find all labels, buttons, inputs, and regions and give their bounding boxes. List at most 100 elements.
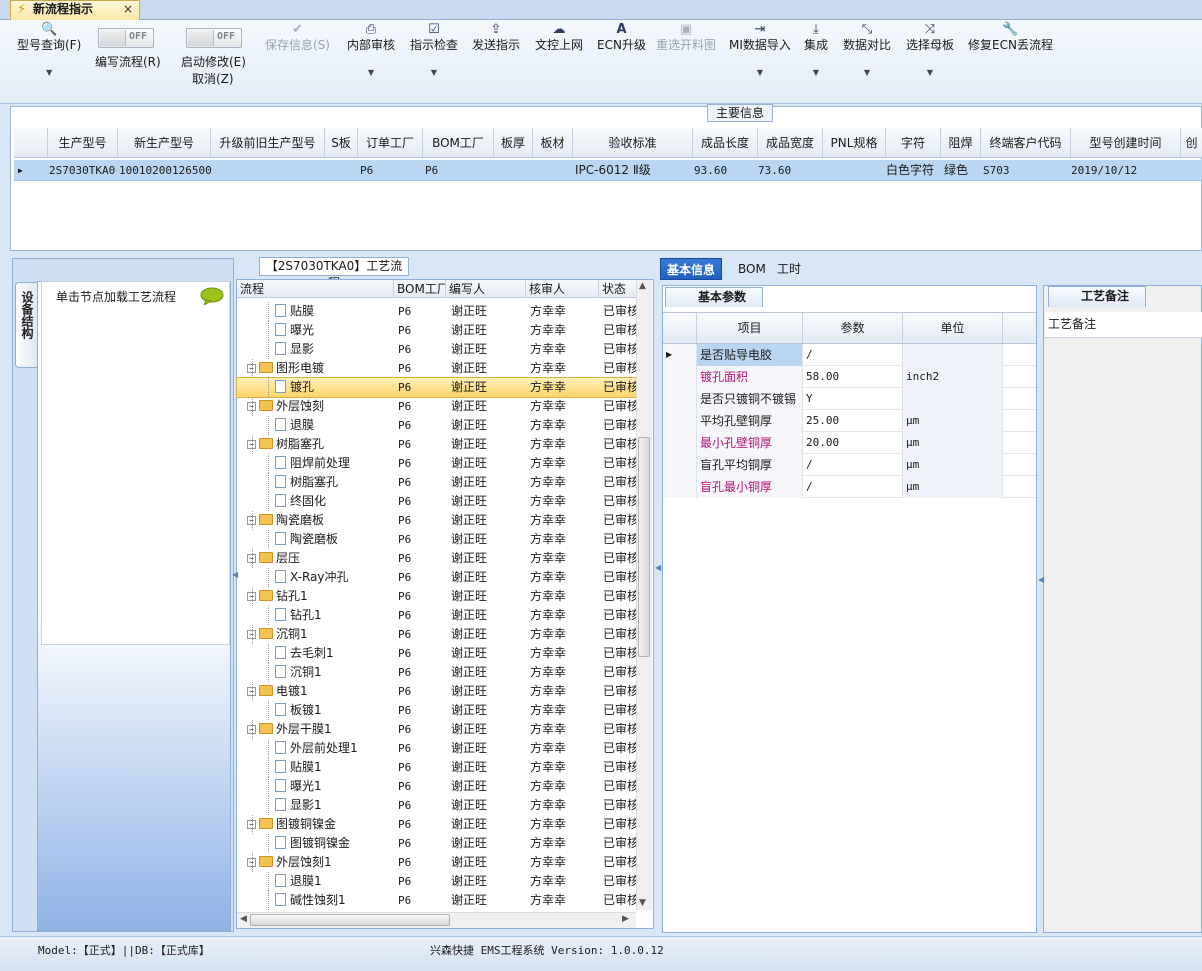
tree-folder-row[interactable]: − 图镀铜镍金 P6 谢正旺 方幸幸 已审核 [237, 815, 637, 834]
tree-file-row[interactable]: 树脂塞孔 P6 谢正旺 方幸幸 已审核 [237, 473, 637, 492]
edit-flow-toggle[interactable]: OFF [98, 28, 154, 48]
mi-import-button[interactable]: ⇥ MI数据导入 ▼ [729, 22, 791, 80]
cell-width[interactable]: 73.60 [758, 160, 820, 181]
cell-thickness[interactable] [495, 160, 533, 181]
mother-board-button[interactable]: ⤨ 选择母板 ▼ [906, 22, 954, 80]
cell-new-model[interactable]: 10010200126500 [119, 160, 211, 181]
tree-column-header[interactable]: 编写人 [446, 280, 526, 298]
tab-bom[interactable]: BOM [732, 258, 772, 280]
cell-old-model[interactable] [212, 160, 324, 181]
splitter-grip-icon[interactable]: ◀ [1038, 575, 1044, 584]
cancel-label[interactable]: 取消(Z) [192, 72, 234, 87]
column-header[interactable]: BOM工厂 [423, 128, 494, 158]
device-structure-list[interactable] [41, 281, 230, 645]
scroll-right-icon[interactable]: ▶ [622, 914, 629, 924]
column-header[interactable]: 新生产型号 [118, 128, 211, 158]
chevron-down-icon[interactable]: ▼ [804, 65, 828, 80]
chevron-down-icon[interactable]: ▼ [347, 65, 395, 80]
param-value[interactable]: / [803, 476, 903, 498]
tree-file-row[interactable]: 镀孔 P6 谢正旺 方幸幸 已审核 [236, 377, 638, 398]
check-button[interactable]: ☑ 指示检查 ▼ [410, 22, 458, 80]
tab-basic-info[interactable]: 基本信息 [660, 258, 723, 280]
tree-file-row[interactable]: 板镀1 P6 谢正旺 方幸幸 已审核 [237, 701, 637, 720]
column-header[interactable]: 生产型号 [48, 128, 118, 158]
cell-s-board[interactable] [326, 160, 358, 181]
column-header[interactable]: 板材 [533, 128, 573, 158]
table-row[interactable]: ▶ 2S7030TKA0 10010200126500 P6 P6 IPC-60… [14, 160, 1202, 181]
cell-char[interactable]: 白色字符 [886, 160, 941, 181]
tree-file-row[interactable]: 阻焊前处理 P6 谢正旺 方幸幸 已审核 [237, 454, 637, 473]
tree-file-row[interactable]: 曝光1 P6 谢正旺 方幸幸 已审核 [237, 777, 637, 796]
params-column-header[interactable]: 参数 [803, 313, 903, 343]
tree-folder-row[interactable]: − 沉铜1 P6 谢正旺 方幸幸 已审核 [237, 625, 637, 644]
chevron-down-icon[interactable]: ▼ [17, 65, 81, 80]
column-header[interactable]: 升级前旧生产型号 [211, 128, 325, 158]
column-header[interactable]: 板厚 [494, 128, 533, 158]
chevron-down-icon[interactable]: ▼ [843, 65, 891, 80]
column-header[interactable]: 终端客户代码 [981, 128, 1071, 158]
cell-length[interactable]: 93.60 [694, 160, 754, 181]
tree-file-row[interactable]: 钻孔1 P6 谢正旺 方幸幸 已审核 [237, 606, 637, 625]
scroll-down-icon[interactable]: ▼ [639, 898, 646, 908]
tree-file-row[interactable]: 退膜 P6 谢正旺 方幸幸 已审核 [237, 416, 637, 435]
column-header[interactable]: 字符 [886, 128, 941, 158]
tree-column-header[interactable]: 状态 [599, 280, 637, 298]
internal-review-button[interactable]: ⎙ 内部审核 ▼ [347, 22, 395, 80]
tree-file-row[interactable]: 碱性蚀刻1 P6 谢正旺 方幸幸 已审核 [237, 891, 637, 910]
tree-file-row[interactable]: X-Ray冲孔 P6 谢正旺 方幸幸 已审核 [237, 568, 637, 587]
tree-file-row[interactable]: 沉铜1 P6 谢正旺 方幸幸 已审核 [237, 663, 637, 682]
cell-pnl[interactable] [824, 160, 884, 181]
compare-button[interactable]: ⤡ 数据对比 ▼ [843, 22, 891, 80]
param-value[interactable]: / [803, 454, 903, 476]
tree-folder-row[interactable]: − 外层蚀刻 P6 谢正旺 方幸幸 已审核 [237, 397, 637, 416]
column-header[interactable]: PNL规格 [823, 128, 886, 158]
tree-folder-row[interactable]: − 外层蚀刻1 P6 谢正旺 方幸幸 已审核 [237, 853, 637, 872]
save-button[interactable]: ✔ 保存信息(S) [265, 22, 330, 53]
param-row[interactable]: 最小孔壁铜厚 20.00 μm [663, 432, 1036, 454]
param-row[interactable]: ▶ 是否贴导电胶 / [663, 344, 1036, 366]
column-header[interactable]: 阻焊 [941, 128, 981, 158]
tree-folder-row[interactable]: − 外层干膜1 P6 谢正旺 方幸幸 已审核 [237, 720, 637, 739]
column-header[interactable]: 创 [1181, 128, 1202, 158]
ecn-button[interactable]: A ECN升级 [597, 22, 646, 53]
tree-column-header[interactable]: 流程 [237, 280, 394, 298]
column-header[interactable]: 型号创建时间 [1071, 128, 1181, 158]
scroll-left-icon[interactable]: ◀ [240, 914, 247, 924]
param-value[interactable]: / [803, 344, 903, 366]
upload-button[interactable]: ☁ 文控上网 [535, 22, 583, 53]
start-modify-toggle[interactable]: OFF [186, 28, 242, 48]
tree-column-header[interactable]: 核审人 [526, 280, 599, 298]
tree-folder-row[interactable]: − 陶瓷磨板 P6 谢正旺 方幸幸 已审核 [237, 511, 637, 530]
process-notes-field[interactable]: 工艺备注 [1045, 312, 1202, 338]
repair-button[interactable]: 🔧 修复ECN丢流程 [968, 22, 1053, 53]
chevron-down-icon[interactable]: ▼ [906, 65, 954, 80]
column-header[interactable]: 订单工厂 [358, 128, 423, 158]
cell-mask[interactable]: 绿色 [944, 160, 982, 181]
tree-file-row[interactable]: 贴膜 P6 谢正旺 方幸幸 已审核 [237, 302, 637, 321]
document-tab[interactable]: ⚡ 新流程指示 × [10, 0, 140, 20]
tree-file-row[interactable]: 贴膜1 P6 谢正旺 方幸幸 已审核 [237, 758, 637, 777]
tree-folder-row[interactable]: − 钻孔1 P6 谢正旺 方幸幸 已审核 [237, 587, 637, 606]
param-value[interactable]: Y [803, 388, 903, 410]
tree-folder-row[interactable]: − 电镀1 P6 谢正旺 方幸幸 已审核 [237, 682, 637, 701]
column-header[interactable]: 成品宽度 [758, 128, 823, 158]
cell-material[interactable] [534, 160, 572, 181]
query-button[interactable]: 🔍 型号查询(F) ▼ [17, 22, 81, 80]
column-header[interactable]: S板 [325, 128, 358, 158]
tree-column-header[interactable]: BOM工厂 [394, 280, 446, 298]
cell-model[interactable]: 2S7030TKA0 [49, 160, 119, 181]
send-button[interactable]: ⇪ 发送指示 [472, 22, 520, 53]
close-tab-icon[interactable]: × [123, 1, 133, 17]
tree-folder-row[interactable]: − 树脂塞孔 P6 谢正旺 方幸幸 已审核 [237, 435, 637, 454]
tree-file-row[interactable]: 退膜1 P6 谢正旺 方幸幸 已审核 [237, 872, 637, 891]
param-row[interactable]: 是否只镀铜不镀锡 Y [663, 388, 1036, 410]
tree-file-row[interactable]: 曝光 P6 谢正旺 方幸幸 已审核 [237, 321, 637, 340]
tree-horizontal-scroll-thumb[interactable] [250, 914, 450, 926]
tree-folder-row[interactable]: − 层压 P6 谢正旺 方幸幸 已审核 [237, 549, 637, 568]
tree-file-row[interactable]: 显影 P6 谢正旺 方幸幸 已审核 [237, 340, 637, 359]
param-row[interactable]: 镀孔面积 58.00 inch2 [663, 366, 1036, 388]
tab-work-hours[interactable]: 工时 [771, 258, 807, 280]
reselect-button[interactable]: ▣ 重选开料图 [656, 22, 716, 53]
tree-file-row[interactable]: 终固化 P6 谢正旺 方幸幸 已审核 [237, 492, 637, 511]
param-value[interactable]: 58.00 [803, 366, 903, 388]
